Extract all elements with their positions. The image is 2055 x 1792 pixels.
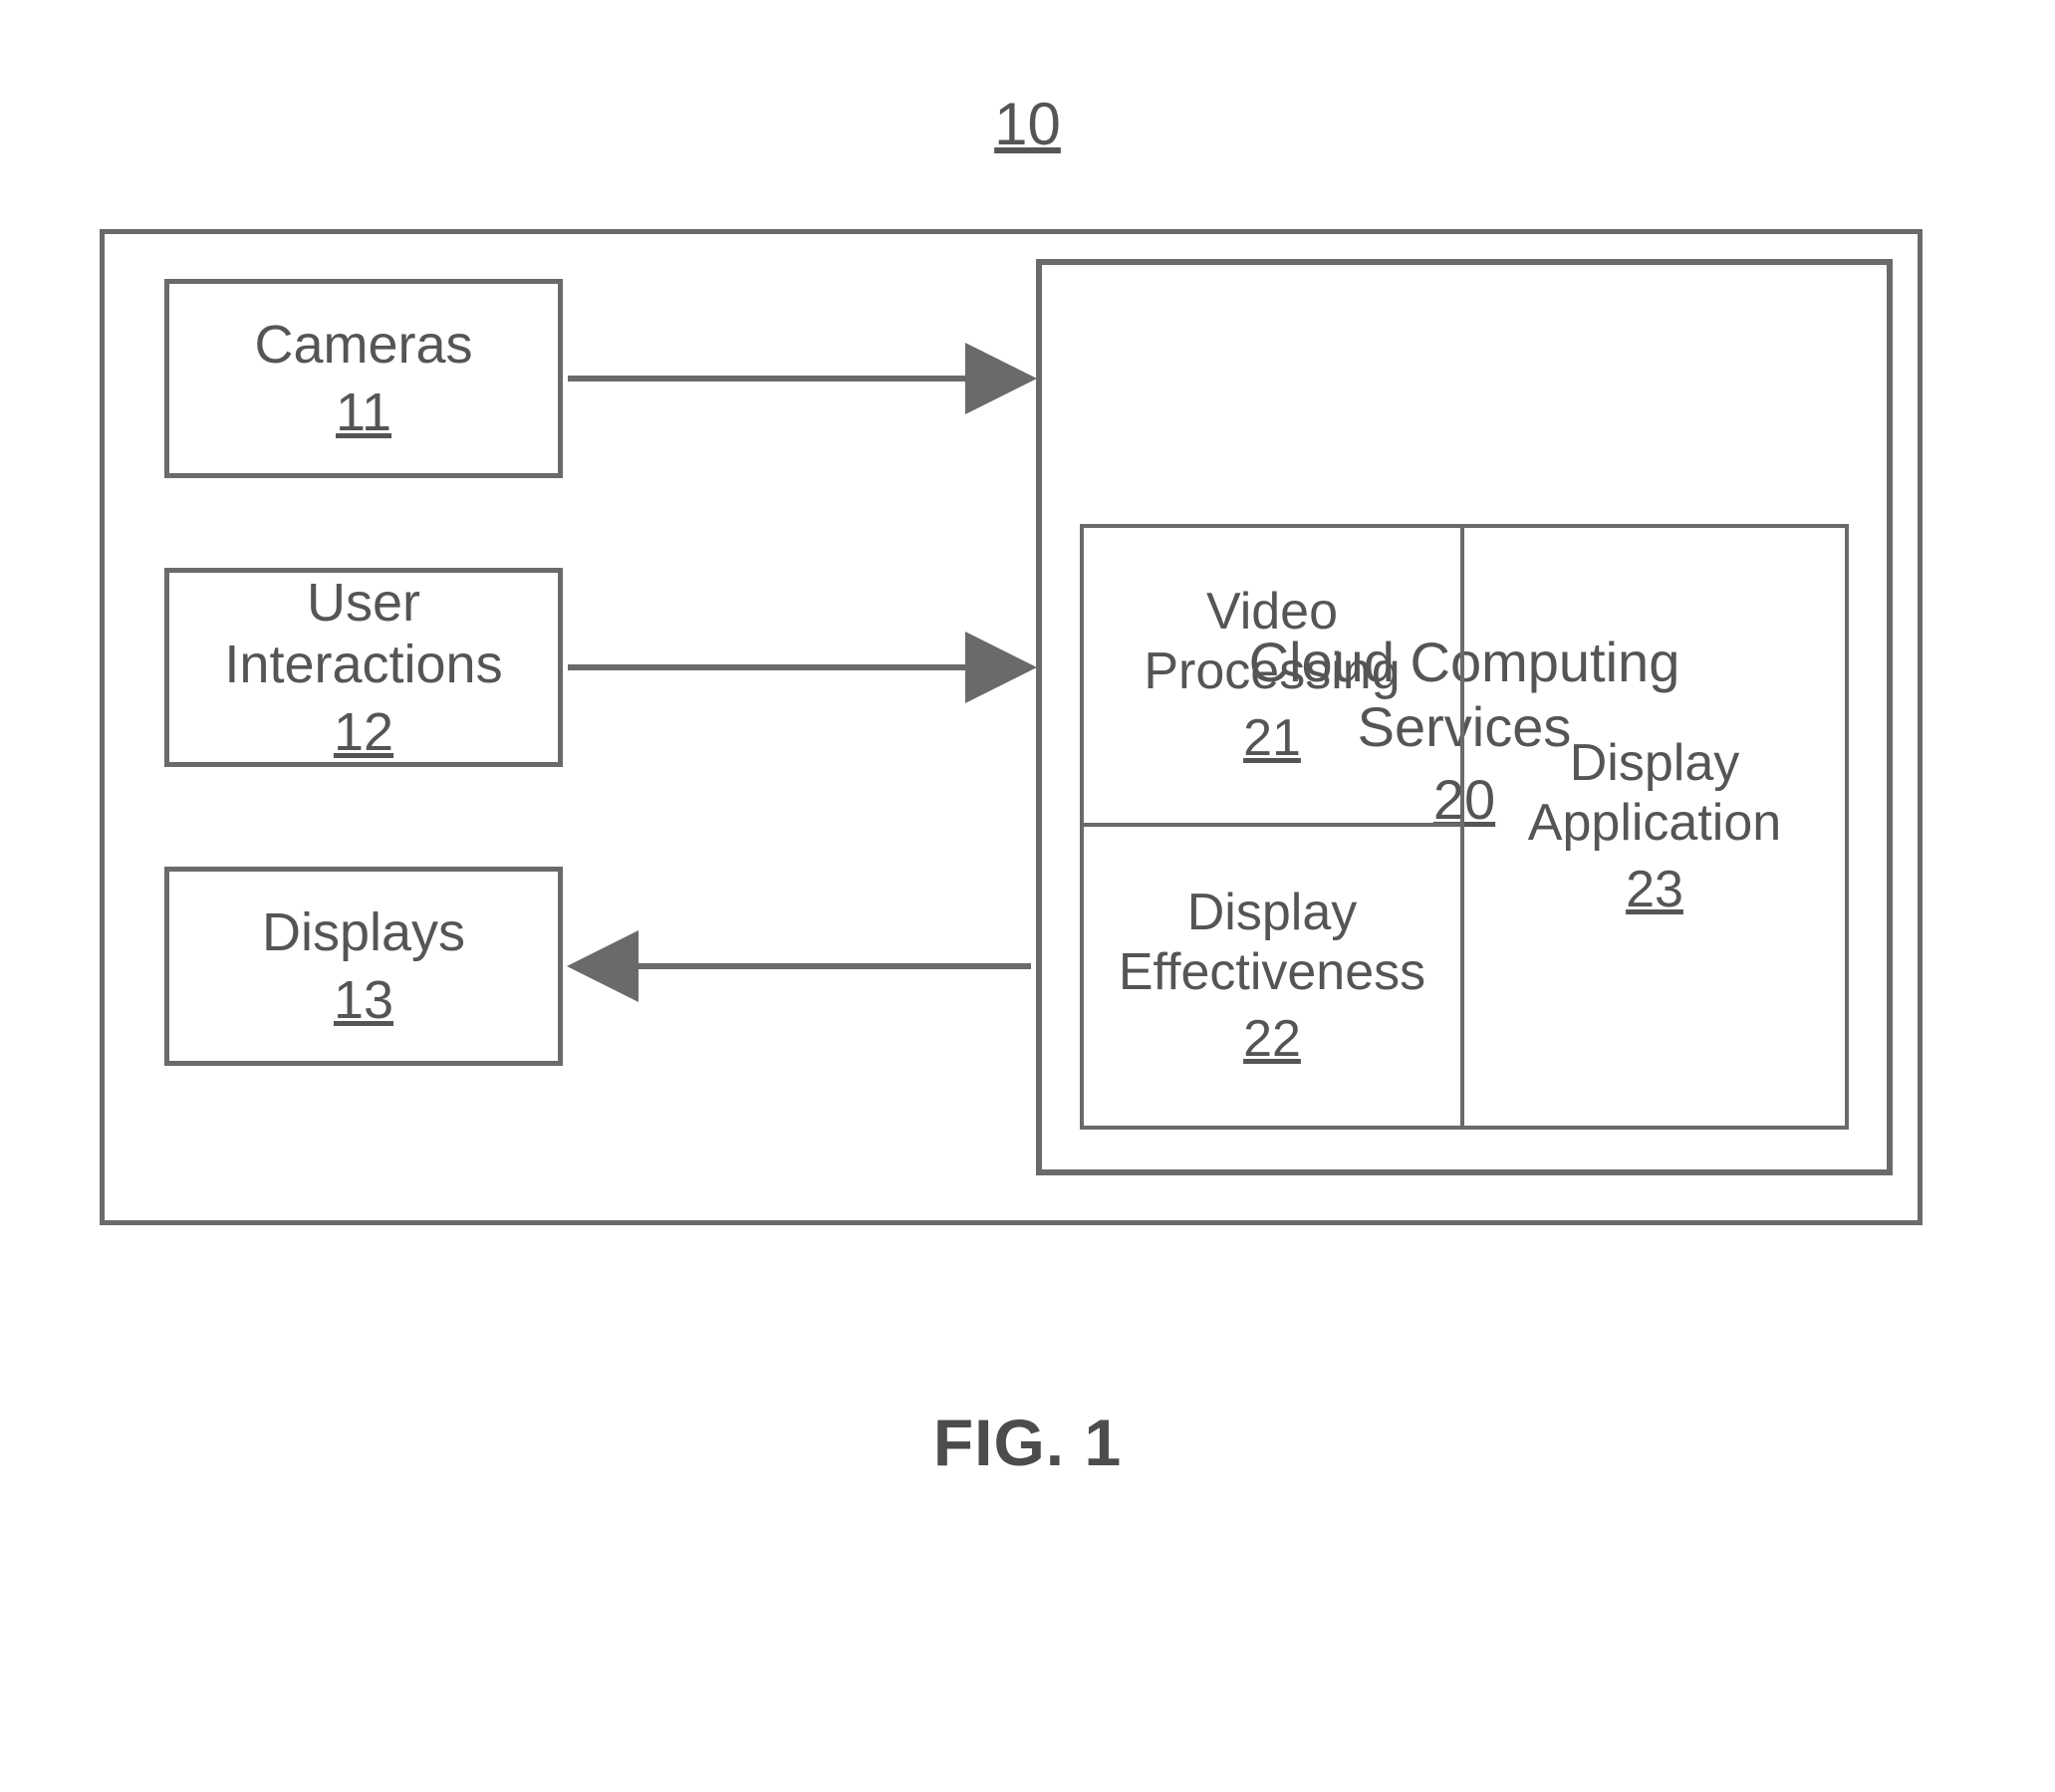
cell-display-application-label: DisplayApplication	[1528, 734, 1781, 854]
cell-display-application-ref: 23	[1626, 860, 1683, 919]
cell-video-processing: VideoProcessing 21	[1084, 528, 1464, 827]
cell-video-processing-label: VideoProcessing	[1144, 583, 1400, 702]
block-user-interactions-label: UserInteractions	[224, 572, 502, 695]
cell-display-effectiveness: DisplayEffectiveness 22	[1084, 827, 1464, 1126]
block-user-interactions: UserInteractions 12	[164, 568, 563, 767]
block-cameras-label: Cameras	[254, 314, 472, 376]
cell-video-processing-ref: 21	[1243, 708, 1301, 768]
cloud-grid: VideoProcessing 21 DisplayEffectiveness …	[1080, 524, 1849, 1130]
block-cameras: Cameras 11	[164, 279, 563, 478]
block-displays-label: Displays	[262, 901, 465, 963]
block-user-interactions-ref: 12	[334, 701, 393, 763]
diagram-canvas: 10 Cameras 11 UserInteractions 12 Displa…	[0, 0, 2055, 1792]
block-cloud-services: Cloud ComputingServices 20 VideoProcessi…	[1036, 259, 1893, 1175]
system-ref-label: 10	[0, 90, 2055, 158]
block-displays-ref: 13	[334, 969, 393, 1031]
cell-display-application: DisplayApplication 23	[1464, 528, 1845, 1126]
cell-display-effectiveness-ref: 22	[1243, 1009, 1301, 1069]
figure-caption: FIG. 1	[0, 1405, 2055, 1480]
block-displays: Displays 13	[164, 867, 563, 1066]
block-cameras-ref: 11	[336, 382, 391, 443]
cell-display-effectiveness-label: DisplayEffectiveness	[1119, 884, 1425, 1003]
